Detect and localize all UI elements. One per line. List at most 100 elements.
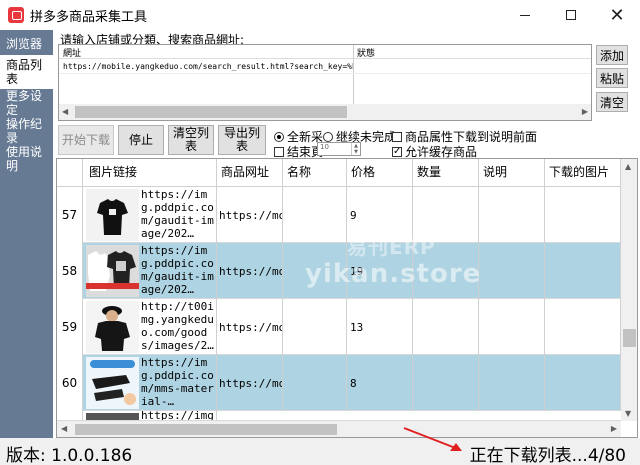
status-column-header[interactable]: 狀態	[357, 46, 375, 59]
price-cell: 8	[347, 355, 413, 411]
product-grid[interactable]: 图片链接 商品网址 名称 价格 数量 说明 下载的图片 57 https://i…	[56, 158, 638, 438]
minimize-icon	[520, 14, 530, 16]
nav-item-help[interactable]: 使用说明	[0, 145, 53, 173]
image-link-cell: https://img.pddpic.com/gaudit-image/202…	[139, 187, 217, 243]
scroll-up-icon[interactable]: ▲	[625, 162, 631, 171]
column-header-downloaded-images[interactable]: 下载的图片	[545, 159, 621, 187]
export-list-button[interactable]: 导出列表	[218, 125, 266, 155]
end-page-spinner[interactable]: 10 ▲ ▼	[317, 142, 361, 156]
row-number: 60	[57, 355, 83, 411]
column-header-price[interactable]: 价格	[347, 159, 413, 187]
spinner-arrows-icon[interactable]: ▲ ▼	[351, 143, 360, 155]
column-header-description[interactable]: 说明	[479, 159, 545, 187]
grid-vertical-scrollbar[interactable]: ▲ ▼	[621, 159, 637, 421]
sidebar-nav: 浏览器 商品列表 更多设定 操作纪录 使用说明	[0, 30, 53, 438]
downloaded-images-cell	[545, 355, 621, 411]
url-list-header: 網址 狀態	[59, 45, 591, 105]
watermark: 易刊ERP yikan.store	[305, 235, 482, 289]
close-icon: ✕	[609, 4, 625, 26]
paste-button[interactable]: 粘贴	[596, 68, 628, 88]
clear-button[interactable]: 清空	[596, 92, 628, 112]
product-thumbnail	[86, 357, 139, 409]
scroll-thumb[interactable]	[623, 329, 636, 347]
add-button[interactable]: 添加	[596, 45, 628, 65]
app-logo-icon	[8, 7, 24, 23]
column-divider	[353, 45, 354, 105]
image-link-cell: https://img.pddpic.com/mms-material-…	[139, 355, 217, 411]
column-header-quantity[interactable]: 数量	[413, 159, 479, 187]
window-title: 拼多多商品采集工具	[30, 9, 148, 25]
column-header-image-link[interactable]: 图片链接	[83, 159, 217, 187]
nav-item-more-settings[interactable]: 更多设定	[0, 89, 53, 117]
checkbox-icon[interactable]	[274, 146, 284, 157]
table-row[interactable]: 57 https://img.pddpic.com/gaudit-image/2…	[57, 187, 621, 243]
red-arrow-annotation-icon	[403, 427, 462, 451]
description-cell	[479, 355, 545, 411]
end-page-value: 10	[320, 143, 329, 151]
checkbox-icon[interactable]	[392, 145, 402, 159]
downloaded-images-cell	[545, 187, 621, 243]
column-header-name[interactable]: 名称	[283, 159, 347, 187]
stop-button[interactable]: 停止	[118, 125, 164, 155]
row-number: 57	[57, 187, 83, 243]
minimize-button[interactable]	[502, 0, 548, 30]
product-url-cell: https://mob	[217, 299, 283, 355]
radio-icon[interactable]	[274, 131, 284, 142]
column-header-product-url[interactable]: 商品网址	[217, 159, 283, 187]
table-row[interactable]: https://img	[57, 411, 621, 421]
product-url-cell: https://mob	[217, 187, 283, 243]
description-cell	[479, 187, 545, 243]
radio-icon[interactable]	[323, 131, 333, 142]
row-divider	[59, 73, 591, 74]
description-cell	[479, 243, 545, 299]
scroll-left-icon[interactable]: ◀	[61, 424, 67, 433]
scroll-thumb[interactable]	[75, 106, 347, 118]
maximize-button[interactable]	[548, 0, 594, 30]
url-list[interactable]: 網址 狀態 https://mobile.yangkeduo.com/searc…	[58, 44, 592, 121]
quantity-cell	[413, 299, 479, 355]
scroll-right-icon[interactable]: ▶	[611, 424, 617, 433]
url-column-header[interactable]: 網址	[63, 46, 81, 59]
status-bar: 版本: 1.0.0.186 正在下载列表...4/80	[0, 438, 640, 465]
clear-list-button[interactable]: 清空列表	[168, 125, 214, 155]
row-number: 59	[57, 299, 83, 355]
row-header-corner	[57, 159, 83, 187]
start-download-button[interactable]: 开始下载	[58, 125, 114, 155]
row-number	[57, 411, 83, 420]
scroll-right-icon[interactable]: ▶	[582, 107, 588, 116]
close-button[interactable]: ✕	[594, 0, 640, 30]
nav-item-product-list[interactable]: 商品列表	[0, 55, 53, 89]
product-url-cell: https://mob	[217, 355, 283, 411]
scroll-down-icon[interactable]: ▼	[625, 409, 631, 418]
price-cell: 13	[347, 299, 413, 355]
image-link-cell: https://img	[139, 411, 217, 420]
nav-item-operation-log[interactable]: 操作纪录	[0, 117, 53, 145]
image-link-cell: https://img.pddpic.com/gaudit-image/202…	[139, 243, 217, 299]
product-thumbnail	[86, 189, 139, 241]
description-cell	[479, 299, 545, 355]
table-row[interactable]: 60 https://img.pddpic.com/mms-material-……	[57, 355, 621, 411]
product-thumbnail	[86, 301, 139, 353]
scroll-left-icon[interactable]: ◀	[62, 107, 68, 116]
quantity-cell	[413, 355, 479, 411]
product-thumbnail	[86, 413, 139, 420]
downloaded-images-cell	[545, 299, 621, 355]
title-bar: 拼多多商品采集工具 ✕	[0, 0, 640, 30]
version-label: 版本: 1.0.0.186	[6, 446, 133, 465]
image-link-cell: http://t00img.yangkeduo.com/goods/images…	[139, 299, 217, 355]
name-cell	[283, 187, 347, 243]
url-list-horizontal-scrollbar[interactable]: ◀ ▶	[59, 104, 591, 120]
table-row[interactable]: 59 http://t00img.yangkeduo.com/goods/ima…	[57, 299, 621, 355]
url-row[interactable]: https://mobile.yangkeduo.com/search_resu…	[63, 62, 353, 71]
downloaded-images-cell	[545, 243, 621, 299]
watermark-domain: yikan.store	[305, 259, 482, 289]
name-cell	[283, 355, 347, 411]
maximize-icon	[566, 10, 576, 20]
product-url-cell: https://mob	[217, 243, 283, 299]
watermark-brand: 易刊ERP	[347, 235, 436, 259]
nav-item-browser[interactable]: 浏览器	[0, 30, 53, 55]
scroll-thumb[interactable]	[75, 424, 337, 435]
grid-horizontal-scrollbar[interactable]: ◀ ▶	[57, 421, 621, 437]
checkbox-icon[interactable]	[392, 131, 402, 142]
name-cell	[283, 299, 347, 355]
